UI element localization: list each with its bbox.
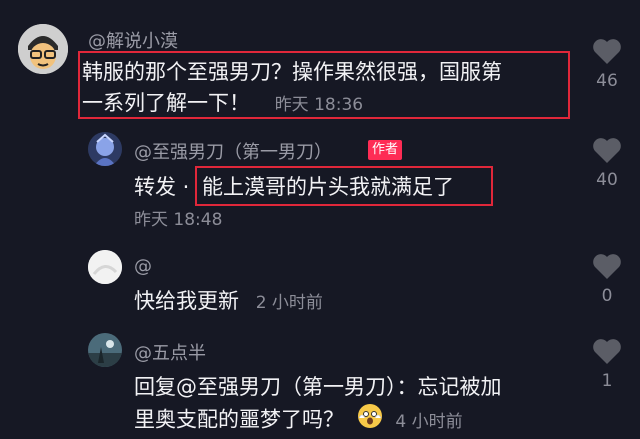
like-button[interactable]: 40 — [587, 137, 627, 190]
like-count: 40 — [596, 170, 618, 190]
like-count: 1 — [601, 371, 613, 391]
comment-time: 昨天 18:48 — [134, 210, 223, 230]
heart-icon — [593, 339, 621, 364]
comment-text-line1: 快给我更新 — [134, 289, 239, 313]
heart-icon — [593, 39, 621, 64]
comment-text-line1: 回复@至强男刀（第一男刀）：忘记被加 — [134, 375, 502, 399]
comment-username[interactable]: @至强男刀（第一男刀） — [134, 138, 332, 164]
comment-username[interactable]: @解说小漠 — [88, 27, 178, 53]
comment-time: 2 小时前 — [255, 293, 323, 313]
comment-text: 快给我更新 2 小时前 — [134, 286, 574, 319]
avatar-game-character-icon — [88, 132, 122, 166]
reply-prefix: 转发 · — [134, 175, 190, 199]
like-count: 46 — [596, 71, 618, 91]
comment-text-line2: 里奥支配的噩梦了吗？ — [134, 407, 344, 432]
heart-icon — [593, 254, 621, 279]
like-button[interactable]: 1 — [587, 338, 627, 391]
avatar[interactable] — [18, 24, 68, 74]
like-count: 0 — [601, 286, 613, 306]
scared-face-emoji-icon — [357, 403, 383, 438]
comment-username[interactable]: @五点半 — [134, 339, 206, 365]
highlight-box — [195, 166, 493, 206]
avatar[interactable] — [88, 333, 122, 367]
avatar-white-icon — [88, 250, 122, 284]
avatar[interactable] — [88, 132, 122, 166]
highlight-box — [78, 51, 570, 119]
comment-time: 4 小时前 — [395, 411, 463, 432]
like-button[interactable]: 46 — [587, 38, 627, 91]
comment-username[interactable]: @ — [134, 256, 152, 277]
comment-text: 回复@至强男刀（第一男刀）：忘记被加 里奥支配的噩梦了吗？ 4 小时前 — [134, 372, 584, 438]
like-button[interactable]: 0 — [587, 253, 627, 306]
author-badge: 作者 — [368, 140, 403, 160]
avatar-cartoon-icon — [18, 24, 68, 74]
avatar-landscape-icon — [88, 333, 122, 367]
avatar[interactable] — [88, 250, 122, 284]
heart-icon — [593, 138, 621, 163]
